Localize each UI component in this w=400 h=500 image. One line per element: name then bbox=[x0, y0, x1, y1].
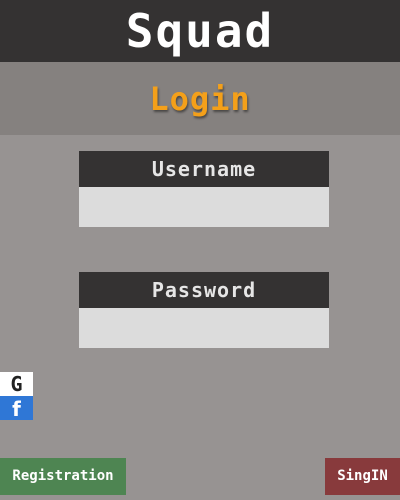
google-login-button[interactable]: G bbox=[0, 372, 33, 396]
app-title: Squad bbox=[125, 4, 275, 58]
registration-button[interactable]: Registration bbox=[0, 458, 126, 495]
facebook-login-button[interactable]: f bbox=[0, 396, 33, 421]
signin-button[interactable]: SingIN bbox=[325, 458, 400, 495]
facebook-icon: f bbox=[12, 397, 21, 421]
username-label: Username bbox=[79, 151, 329, 187]
password-label: Password bbox=[79, 272, 329, 308]
login-title: Login bbox=[149, 80, 251, 118]
password-field[interactable] bbox=[79, 308, 329, 348]
google-icon: G bbox=[10, 372, 23, 396]
username-field[interactable] bbox=[79, 187, 329, 227]
